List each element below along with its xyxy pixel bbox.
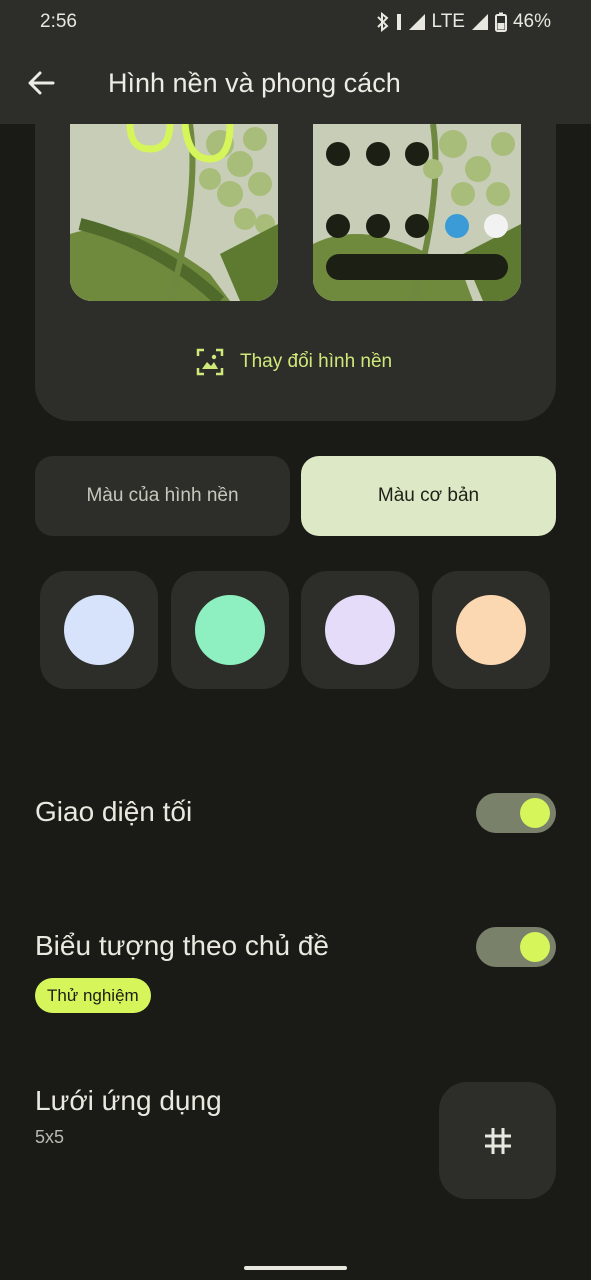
status-icons: LTE 46% [376,11,551,33]
phone-icon [326,214,350,238]
chrome-icon [405,214,429,238]
bluetooth-icon [376,12,389,32]
back-arrow-icon[interactable] [26,68,56,98]
color-swatch-blue[interactable] [40,571,158,689]
app-bar: Hình nền và phong cách [0,46,591,124]
battery-level: 46% [512,11,551,32]
status-bar: 2:56 LTE 46% [0,0,591,46]
tab-basic-colors[interactable]: Màu cơ bản [301,456,556,536]
color-dot [456,595,526,665]
toggle-knob [520,932,550,962]
toggle-knob [520,798,550,828]
color-dot [195,595,265,665]
themed-icons-toggle[interactable] [476,927,556,967]
dark-theme-label: Giao diện tối [35,796,193,827]
experimental-badge: Thử nghiệm [35,978,151,1013]
search-bar [326,254,508,280]
lock-wallpaper-image [70,124,278,301]
dark-theme-toggle[interactable] [476,793,556,833]
themed-icons-label: Biểu tượng theo chủ đề [35,930,329,961]
color-swatch-peach[interactable] [432,571,550,689]
youtube-icon [484,214,508,238]
tab-wallpaper-colors[interactable]: Màu của hình nền [35,456,290,536]
app-grid-button[interactable] [439,1082,556,1199]
tab-basic-colors-label: Màu cơ bản [377,485,480,506]
change-wallpaper-button[interactable]: Thay đổi hình nền [196,344,392,380]
home-screen-preview[interactable] [313,124,521,301]
grid-icon [484,1127,511,1154]
app-grid-label: Lưới ứng dụng [35,1085,222,1116]
change-wallpaper-label: Thay đổi hình nền [240,351,393,372]
page-title: Hình nền và phong cách [108,68,401,98]
play-store-icon [326,142,350,166]
messages-icon [366,214,390,238]
signal-icon-2 [471,14,488,30]
status-time: 2:56 [40,11,77,32]
gmail-icon [366,142,390,166]
color-dot [325,595,395,665]
app-grid-value: 5x5 [35,1127,65,1147]
tab-wallpaper-colors-label: Màu của hình nền [86,485,239,506]
vibrate-icon [396,14,401,30]
telegram-icon [445,214,469,238]
photos-icon [405,142,429,166]
gesture-nav-bar[interactable] [244,1266,347,1270]
lock-screen-preview[interactable] [70,124,278,301]
color-swatch-purple[interactable] [301,571,419,689]
battery-icon [494,12,507,32]
color-dot [64,595,134,665]
signal-icon [408,14,425,30]
color-swatch-green[interactable] [171,571,289,689]
wallpaper-icon [196,348,224,376]
network-type: LTE [431,11,465,32]
